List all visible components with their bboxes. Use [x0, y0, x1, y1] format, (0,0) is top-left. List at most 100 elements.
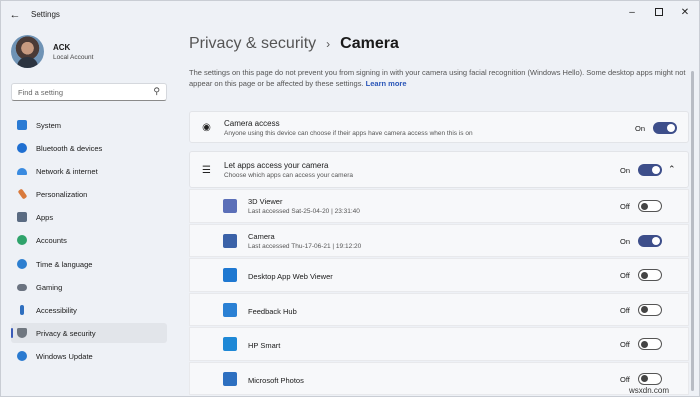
- app-last-accessed: Last accessed Thu-17-06-21 | 19:12:20: [248, 242, 362, 250]
- app-toggle[interactable]: [638, 303, 662, 316]
- app-name: 3D Viewer: [248, 197, 283, 206]
- bluetooth-icon: [17, 143, 27, 154]
- toggle-knob: [641, 375, 648, 382]
- list-item: HP Smart Off: [189, 327, 689, 361]
- search-placeholder: Find a setting: [18, 88, 64, 97]
- app-toggle-state: Off: [620, 340, 630, 349]
- apps-access-card[interactable]: ☰ Let apps access your camera Choose whi…: [189, 151, 689, 188]
- desktop-app-web-viewer-icon: [223, 268, 237, 282]
- apps-access-state: On: [620, 166, 631, 175]
- camera-access-card: ◉ Camera access Anyone using this device…: [189, 111, 689, 143]
- app-toggle[interactable]: [638, 234, 662, 247]
- app-toggle-state: On: [620, 236, 631, 246]
- breadcrumb-parent[interactable]: Privacy & security: [189, 35, 316, 52]
- sidebar-item-privacy-security[interactable]: Privacy & security: [11, 322, 167, 343]
- sidebar-item-label: Bluetooth & devices: [36, 144, 103, 154]
- toggle-knob: [641, 271, 648, 279]
- profile-account-type: Local Account: [53, 54, 94, 61]
- app-toggle-state: Off: [620, 271, 630, 280]
- sidebar-item-label: Personalization: [36, 190, 88, 200]
- learn-more-link[interactable]: Learn more: [366, 79, 407, 88]
- minimize-button[interactable]: –: [621, 5, 643, 21]
- app-toggle-state: Off: [620, 374, 630, 384]
- windows-update-icon: [17, 350, 27, 361]
- page-description: The settings on this page do not prevent…: [189, 67, 689, 89]
- sidebar-item-label: Accounts: [36, 236, 67, 246]
- user-profile[interactable]: ACK Local Account: [11, 35, 181, 71]
- scrollbar[interactable]: [691, 71, 694, 391]
- app-last-accessed: Last accessed Sat-25-04-20 | 23:31:40: [248, 208, 360, 215]
- search-icon[interactable]: ⚲: [153, 86, 160, 97]
- sidebar-item-label: Apps: [36, 213, 54, 223]
- camera-access-toggle[interactable]: [653, 122, 677, 134]
- hp-smart-icon: [223, 337, 237, 351]
- sidebar-item-windows-update[interactable]: Windows Update: [11, 346, 167, 366]
- accounts-icon: [17, 235, 27, 246]
- app-toggle-state: Off: [620, 202, 630, 211]
- sidebar-item-label: System: [36, 121, 62, 130]
- sidebar-item-apps[interactable]: Apps: [11, 207, 167, 227]
- sidebar-item-label: Time & language: [36, 259, 93, 269]
- watermark: wsxdn.com: [629, 386, 670, 395]
- app-name: Microsoft Photos: [248, 375, 304, 385]
- apps-access-toggle[interactable]: [638, 164, 662, 176]
- breadcrumb: Privacy & security › Camera: [189, 35, 399, 53]
- profile-name: ACK: [53, 43, 71, 52]
- sidebar-item-label: Gaming: [36, 282, 63, 292]
- title-bar: ← Settings – ✕: [1, 1, 699, 29]
- close-button[interactable]: ✕: [674, 5, 696, 21]
- app-toggle[interactable]: [638, 200, 662, 212]
- sidebar-item-label: Accessibility: [36, 305, 77, 315]
- sidebar-item-label: Privacy & security: [36, 328, 96, 338]
- microsoft-photos-icon: [223, 371, 237, 386]
- sidebar-item-personalization[interactable]: Personalization: [11, 184, 167, 204]
- chevron-up-icon[interactable]: ⌃: [668, 164, 676, 175]
- sidebar-nav: System Bluetooth & devices Network & int…: [11, 115, 167, 369]
- sidebar-item-label: Network & internet: [36, 167, 98, 177]
- toggle-knob: [641, 306, 648, 313]
- sidebar-item-gaming[interactable]: Gaming: [11, 277, 167, 297]
- camera-access-title: Camera access: [224, 119, 280, 128]
- system-icon: [17, 120, 27, 130]
- list-item: 3D Viewer Last accessed Sat-25-04-20 | 2…: [189, 189, 689, 223]
- sidebar-item-network[interactable]: Network & internet: [11, 161, 167, 181]
- apps-access-title: Let apps access your camera: [224, 161, 329, 170]
- sidebar-item-accounts[interactable]: Accounts: [11, 230, 167, 250]
- app-name: Feedback Hub: [248, 306, 297, 316]
- settings-window: ← Settings – ✕ ACK Local Account Find a …: [0, 0, 700, 397]
- list-item: Desktop App Web Viewer Off: [189, 258, 689, 292]
- list-icon: ☰: [202, 165, 211, 176]
- list-item: Microsoft Photos Off: [189, 361, 689, 395]
- camera-icon: ◉: [202, 122, 211, 133]
- 3d-viewer-icon: [223, 199, 237, 213]
- sidebar-item-accessibility[interactable]: Accessibility: [11, 300, 167, 320]
- toggle-knob: [652, 236, 660, 245]
- toggle-knob: [667, 124, 675, 132]
- toggle-knob: [652, 166, 660, 174]
- camera-access-state: On: [635, 124, 646, 133]
- sidebar-item-time-language[interactable]: Time & language: [11, 254, 167, 274]
- search-input[interactable]: Find a setting ⚲: [11, 83, 167, 101]
- breadcrumb-separator: ›: [326, 37, 331, 51]
- sidebar-item-bluetooth[interactable]: Bluetooth & devices: [11, 138, 167, 158]
- toggle-knob: [641, 202, 648, 210]
- description-text: The settings on this page do not prevent…: [189, 68, 686, 88]
- maximize-button[interactable]: [648, 5, 670, 21]
- app-toggle[interactable]: [638, 372, 662, 385]
- window-title: Settings: [31, 10, 60, 19]
- avatar: [11, 35, 44, 68]
- app-toggle[interactable]: [638, 338, 662, 350]
- sidebar-item-label: Windows Update: [36, 351, 93, 361]
- sidebar-item-system[interactable]: System: [11, 115, 167, 135]
- app-name: HP Smart: [248, 341, 281, 350]
- apps-access-subtitle: Choose which apps can access your camera: [224, 172, 353, 179]
- back-arrow-icon[interactable]: ←: [7, 7, 23, 23]
- app-toggle[interactable]: [638, 269, 662, 281]
- gaming-icon: [17, 283, 27, 291]
- app-toggle-state: Off: [620, 305, 630, 315]
- network-icon: [17, 168, 27, 176]
- app-name: Desktop App Web Viewer: [248, 272, 333, 281]
- maximize-icon: [655, 8, 663, 17]
- camera-app-icon: [223, 233, 237, 248]
- camera-access-subtitle: Anyone using this device can choose if t…: [224, 130, 473, 137]
